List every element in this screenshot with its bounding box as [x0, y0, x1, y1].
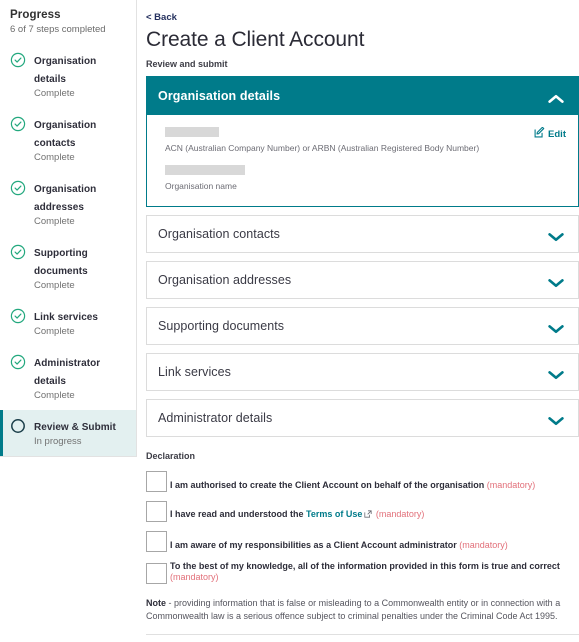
declaration-label: I have read and understood the Terms of …	[170, 509, 424, 522]
check-circle-icon	[10, 52, 26, 68]
declaration-label: I am aware of my responsibilities as a C…	[170, 540, 508, 552]
declaration-label: To the best of my knowledge, all of the …	[170, 561, 579, 584]
sidebar-item-label: Review & Submit	[34, 422, 116, 433]
accordion-header-organisation-details[interactable]: Organisation details	[147, 77, 578, 115]
check-circle-icon	[10, 116, 26, 132]
accordion-title: Organisation contacts	[158, 227, 280, 241]
declaration-text: I have read and understood the	[170, 509, 307, 519]
sidebar-item-label: Administrator details	[34, 358, 101, 387]
sidebar-item-state: In progress	[34, 436, 82, 447]
declaration-item-authorised: I am authorised to create the Client Acc…	[146, 471, 579, 492]
declaration-item-responsibilities: I am aware of my responsibilities as a C…	[146, 531, 579, 552]
progress-sidebar: Progress 6 of 7 steps completed Organisa…	[0, 0, 137, 457]
accordion-title: Supporting documents	[158, 319, 285, 333]
declaration-label: I am authorised to create the Client Acc…	[170, 480, 535, 492]
accordion-organisation-addresses: Organisation addresses	[146, 261, 579, 299]
sidebar-item-organisation-addresses[interactable]: Organisation addresses Complete	[0, 172, 136, 236]
checkbox-terms-of-use[interactable]	[146, 501, 167, 522]
field-organisation-name: Organisation name	[165, 165, 566, 192]
circle-outline-icon	[10, 418, 26, 434]
mandatory-tag: (mandatory)	[486, 480, 536, 490]
edit-pencil-icon	[534, 126, 545, 141]
check-circle-icon	[10, 354, 26, 370]
accordion-header-administrator-details[interactable]: Administrator details	[147, 400, 578, 436]
mandatory-tag: (mandatory)	[170, 572, 219, 582]
sidebar-item-link-services[interactable]: Link services Complete	[0, 300, 136, 346]
field-acn-arbn: ACN (Australian Company Number) or ARBN …	[165, 127, 566, 154]
page-root: Progress 6 of 7 steps completed Organisa…	[0, 0, 579, 642]
sidebar-item-administrator-details[interactable]: Administrator details Complete	[0, 346, 136, 410]
chevron-down-icon[interactable]	[548, 367, 564, 380]
sidebar-item-review-and-submit[interactable]: Review & Submit In progress	[0, 410, 136, 456]
sidebar-item-label: Organisation details	[34, 56, 97, 85]
declaration-item-true-and-correct: To the best of my knowledge, all of the …	[146, 561, 579, 584]
accordion-title: Link services	[158, 365, 231, 379]
sidebar-item-organisation-details[interactable]: Organisation details Complete	[0, 44, 136, 108]
accordion-header-organisation-addresses[interactable]: Organisation addresses	[147, 262, 578, 298]
declaration-text: I am aware of my responsibilities as a C…	[170, 540, 457, 550]
chevron-down-icon[interactable]	[548, 229, 564, 242]
accordion-organisation-details: Organisation details Edit ACN (Australia…	[146, 76, 579, 207]
check-circle-icon	[10, 180, 26, 196]
sidebar-item-state: Complete	[34, 216, 75, 227]
sidebar-item-organisation-contacts[interactable]: Organisation contacts Complete	[0, 108, 136, 172]
chevron-up-icon[interactable]	[548, 91, 564, 103]
chevron-down-icon[interactable]	[548, 275, 564, 288]
terms-of-use-link[interactable]: Terms of Use	[306, 509, 362, 519]
sidebar-item-label: Organisation addresses	[34, 184, 97, 213]
sidebar-item-state: Complete	[34, 326, 75, 337]
main-content: < Back Create a Client Account Review an…	[146, 0, 579, 642]
sidebar-item-label: Supporting documents	[34, 248, 88, 277]
mandatory-tag: (mandatory)	[375, 509, 425, 519]
progress-subtitle: 6 of 7 steps completed	[10, 24, 106, 35]
check-circle-icon	[10, 308, 26, 324]
accordion-title: Organisation details	[158, 89, 281, 103]
edit-label: Edit	[548, 128, 566, 140]
accordion-link-services: Link services	[146, 353, 579, 391]
accordion-header-supporting-documents[interactable]: Supporting documents	[147, 308, 578, 344]
note-prefix: Note	[146, 598, 166, 608]
note-body: - providing information that is false or…	[146, 598, 561, 621]
checkbox-authorised[interactable]	[146, 471, 167, 492]
sidebar-item-state: Complete	[34, 280, 75, 291]
accordion-title: Administrator details	[158, 411, 273, 425]
page-title: Create a Client Account	[146, 28, 365, 51]
sidebar-item-label: Organisation contacts	[34, 120, 97, 149]
legal-note: Note - providing information that is fal…	[146, 597, 566, 623]
accordion-organisation-contacts: Organisation contacts	[146, 215, 579, 253]
accordion-administrator-details: Administrator details	[146, 399, 579, 437]
redacted-value	[165, 165, 245, 175]
divider	[146, 634, 579, 635]
field-label: ACN (Australian Company Number) or ARBN …	[165, 143, 480, 153]
edit-link[interactable]: Edit	[534, 126, 566, 141]
page-subtitle: Review and submit	[146, 59, 228, 69]
accordion-title: Organisation addresses	[158, 273, 292, 287]
accordion-header-link-services[interactable]: Link services	[147, 354, 578, 390]
accordion-supporting-documents: Supporting documents	[146, 307, 579, 345]
chevron-down-icon[interactable]	[548, 321, 564, 334]
progress-title: Progress	[10, 9, 61, 21]
sidebar-item-state: Complete	[34, 152, 75, 163]
declaration-text: To the best of my knowledge, all of the …	[170, 561, 560, 571]
declaration-text: I am authorised to create the Client Acc…	[170, 480, 485, 490]
accordion-header-organisation-contacts[interactable]: Organisation contacts	[147, 216, 578, 252]
declaration-item-terms-of-use: I have read and understood the Terms of …	[146, 501, 579, 522]
check-circle-icon	[10, 244, 26, 260]
checkbox-responsibilities[interactable]	[146, 531, 167, 552]
external-link-icon	[364, 510, 372, 520]
redacted-value	[165, 127, 219, 137]
chevron-down-icon[interactable]	[548, 413, 564, 426]
back-link[interactable]: < Back	[146, 12, 177, 23]
sidebar-item-supporting-documents[interactable]: Supporting documents Complete	[0, 236, 136, 300]
accordion-body-organisation-details: Edit ACN (Australian Company Number) or …	[147, 115, 578, 206]
declaration-heading: Declaration	[146, 451, 196, 461]
sidebar-item-state: Complete	[34, 88, 75, 99]
field-label: Organisation name	[165, 181, 237, 191]
sidebar-item-label: Link services	[34, 312, 99, 323]
sidebar-item-state: Complete	[34, 390, 75, 401]
mandatory-tag: (mandatory)	[459, 540, 508, 550]
checkbox-true-and-correct[interactable]	[146, 563, 167, 584]
